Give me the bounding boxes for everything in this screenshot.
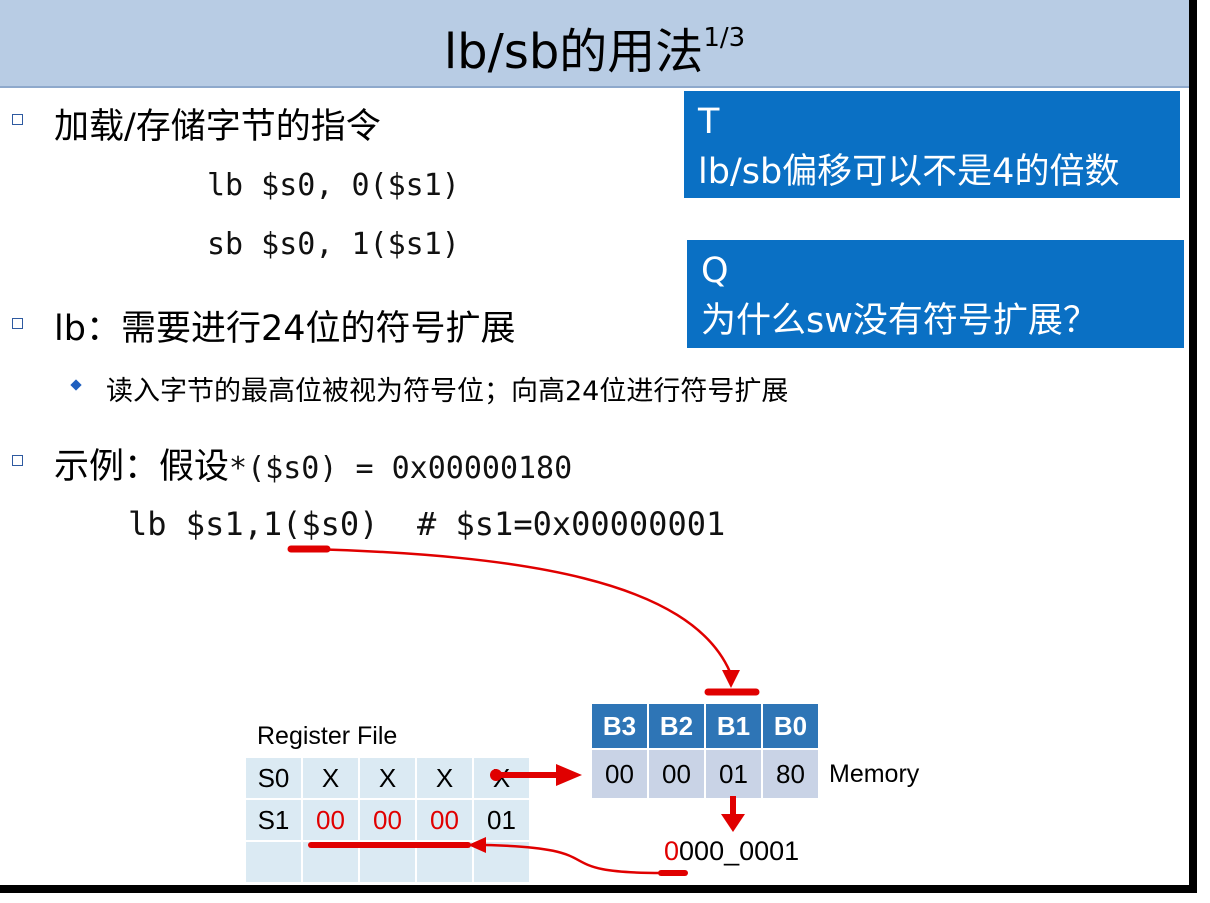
arrow-head-icon — [721, 814, 745, 832]
offset-to-b1-arrow — [309, 547, 732, 673]
arrow-tail-dot — [490, 769, 502, 781]
arrow-head-icon — [722, 670, 740, 688]
sign-extend-arrow — [484, 843, 663, 875]
arrow-head-icon — [556, 764, 582, 786]
arrows-overlay — [287, 545, 760, 876]
